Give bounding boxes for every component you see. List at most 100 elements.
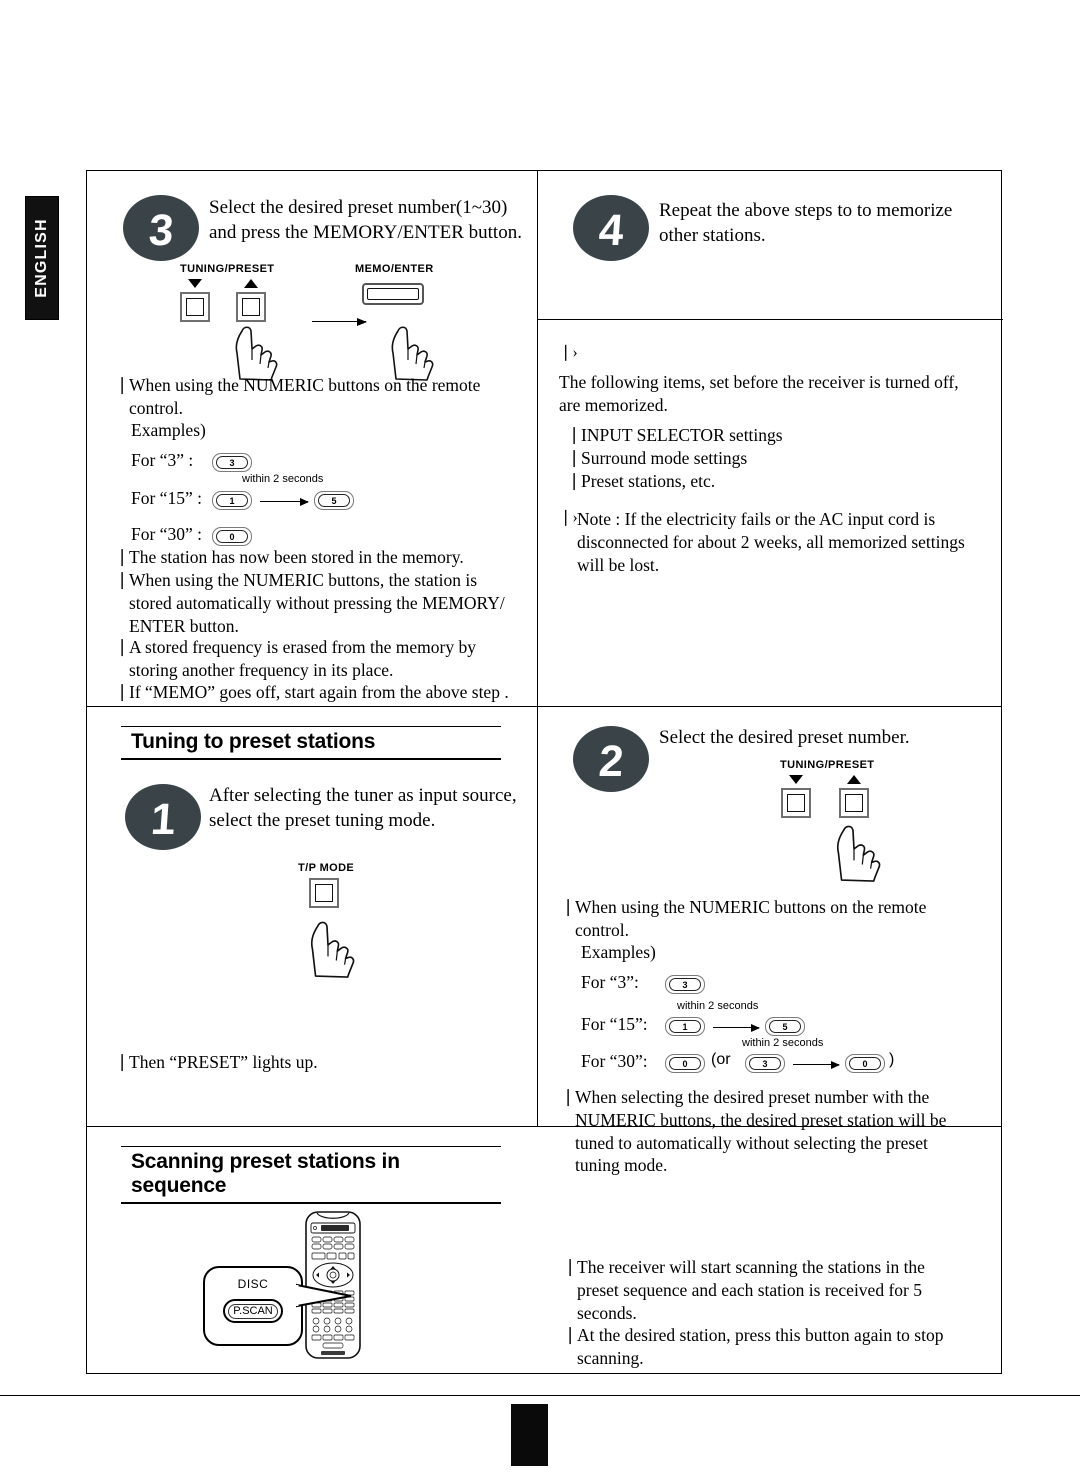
list-item: ❘ INPUT SELECTOR settings xyxy=(567,424,967,447)
step2-numeric-key-3[interactable]: 3 xyxy=(665,975,705,994)
callout-title: DISC xyxy=(237,1277,269,1291)
memo-note-cell: ❘› The following items, set before the r… xyxy=(537,319,1003,706)
manual-page: ENGLISH 3 Select the desired preset numb… xyxy=(0,0,1080,1479)
bullet-marker: ❘ xyxy=(567,448,582,467)
numeric-key-3[interactable]: 3 xyxy=(212,453,252,472)
memo-enter-button[interactable] xyxy=(362,283,424,305)
step2-tuning-up-button[interactable] xyxy=(839,788,869,818)
hand-pointer-icon-2 xyxy=(391,326,434,381)
list-item: ❘ A stored frequency is erased from the … xyxy=(115,636,527,682)
list-item: ❘ The receiver will start scanning the s… xyxy=(563,1256,983,1324)
step2-example-30-arrow-icon xyxy=(793,1061,840,1069)
step3-examples-label: Examples) xyxy=(131,420,206,440)
memo-note-warning-text: Note : If the electricity fails or the A… xyxy=(577,509,965,575)
step2-numeric-key-5-digit: 5 xyxy=(769,1020,801,1033)
step2-examples-label: Examples) xyxy=(581,942,656,962)
memo-enter-label: MEMO/ENTER xyxy=(355,263,434,275)
step4-badge: 4 xyxy=(573,195,649,261)
step2-example-30-label: For “30”: xyxy=(581,1051,648,1071)
tuning-preset-section-cell: Tuning to preset stations 1 After select… xyxy=(87,706,537,1126)
step1-instruction: After selecting the tuner as input sourc… xyxy=(209,785,517,831)
step3-number: 3 xyxy=(147,206,175,255)
hand-pointer-icon-4 xyxy=(836,825,881,882)
bullet-marker: ❘ xyxy=(115,682,130,701)
bullet-marker: ❘ xyxy=(561,897,576,916)
step4-instruction: Repeat the above steps to to memorize ot… xyxy=(659,200,953,246)
step2-example-30-note: within 2 seconds xyxy=(742,1037,824,1049)
step3-badge: 3 xyxy=(123,195,199,261)
step3-cell: 3 Select the desired preset number(1~30)… xyxy=(87,171,537,706)
step2-numeric-key-1[interactable]: 1 xyxy=(665,1017,705,1036)
example-15-note: within 2 seconds xyxy=(242,473,324,485)
example-15-label: For “15” : xyxy=(131,488,202,508)
numeric-key-1[interactable]: 1 xyxy=(212,491,252,510)
step2-numeric-key-3-digit: 3 xyxy=(669,978,701,991)
step4-number: 4 xyxy=(597,206,625,255)
language-tab: ENGLISH xyxy=(25,196,59,320)
step2-bullet-1: When using the NUMERIC buttons on the re… xyxy=(575,897,927,940)
list-item: ❘ Then “PRESET” lights up. xyxy=(115,1051,515,1074)
list-item: ❘ When using the NUMERIC buttons on the … xyxy=(561,896,981,942)
memo-note-item-2: Surround mode settings xyxy=(581,448,748,468)
numeric-key-0[interactable]: 0 xyxy=(212,527,252,546)
step3-bullet-4: A stored frequency is erased from the me… xyxy=(129,637,476,680)
tp-mode-button[interactable] xyxy=(309,878,339,908)
hand-pointer-icon-3 xyxy=(310,921,355,978)
scanning-section-cell: Scanning preset stations in sequence DIS… xyxy=(87,1126,1003,1375)
step3-bullet-5: If “MEMO” goes off, start again from the… xyxy=(129,682,509,702)
step2-tuning-up-arrow-icon xyxy=(847,775,861,784)
tuning-up-arrow-icon xyxy=(244,279,258,288)
example-15-arrow-icon xyxy=(260,498,309,506)
step1-number: 1 xyxy=(149,795,177,844)
numeric-key-1-digit: 1 xyxy=(216,494,248,507)
list-item: ❘ When using the NUMERIC buttons, the st… xyxy=(115,569,527,637)
bullet-marker: ❘ xyxy=(567,471,582,490)
step2-numeric-key-3-alt[interactable]: 3 xyxy=(745,1054,785,1073)
pscan-button[interactable]: P.SCAN xyxy=(223,1299,283,1323)
bullet-marker: ❘ xyxy=(567,425,582,444)
step3-bullet-1: When using the NUMERIC buttons on the re… xyxy=(129,375,481,418)
numeric-key-3-digit: 3 xyxy=(216,456,248,469)
step2-example-15-arrow-icon xyxy=(713,1024,760,1032)
bullet-marker: ❘ xyxy=(563,1257,578,1276)
memo-note-warning: ❘› Note : If the electricity fails or th… xyxy=(559,508,979,576)
scanning-bullet-2: At the desired station, press this butto… xyxy=(577,1325,944,1368)
language-tab-label: ENGLISH xyxy=(33,218,50,298)
pscan-button-label: P.SCAN xyxy=(228,1303,278,1319)
step2-number: 2 xyxy=(597,737,625,786)
pscan-callout: DISC P.SCAN xyxy=(203,1266,303,1346)
step2-badge: 2 xyxy=(573,726,649,792)
step2-numeric-key-0[interactable]: 0 xyxy=(665,1054,705,1073)
scanning-heading: Scanning preset stations in sequence xyxy=(121,1146,501,1204)
step2-example-15-label: For “15”: xyxy=(581,1014,648,1034)
step2-numeric-key-0-alt[interactable]: 0 xyxy=(845,1054,885,1073)
list-item: ❘ When using the NUMERIC buttons on the … xyxy=(115,374,515,420)
bullet-marker: ❘ xyxy=(115,570,130,589)
memo-note-item-3: Preset stations, etc. xyxy=(581,471,716,491)
list-item: ❘ Preset stations, etc. xyxy=(567,470,967,493)
step2-numeric-key-0-digit: 0 xyxy=(669,1057,701,1070)
example-3-label: For “3” : xyxy=(131,450,194,470)
step2-example-15-note: within 2 seconds xyxy=(677,1000,759,1012)
list-item: ❘ If “MEMO” goes off, start again from t… xyxy=(115,681,529,704)
numeric-key-0-digit: 0 xyxy=(216,530,248,543)
step2-numeric-key-1-digit: 1 xyxy=(669,1020,701,1033)
step2-example-30-alt-suffix: ) xyxy=(889,1051,895,1068)
content-frame: 3 Select the desired preset number(1~30)… xyxy=(86,170,1003,1375)
scanning-heading-text: Scanning preset stations in sequence xyxy=(131,1150,400,1197)
tuning-down-button[interactable] xyxy=(180,292,210,322)
step2-tuning-down-arrow-icon xyxy=(789,775,803,784)
numeric-key-5[interactable]: 5 xyxy=(314,491,354,510)
step3-bullet-3: When using the NUMERIC buttons, the stat… xyxy=(129,570,505,636)
footer-rule xyxy=(0,1395,1080,1396)
step2-tuning-down-button[interactable] xyxy=(781,788,811,818)
step2-cell: 2 Select the desired preset number. TUNI… xyxy=(537,706,1003,1175)
step2-numeric-key-5[interactable]: 5 xyxy=(765,1017,805,1036)
tuning-up-button[interactable] xyxy=(236,292,266,322)
tuning-preset-heading-text: Tuning to preset stations xyxy=(131,730,376,753)
bullet-marker: ❘ xyxy=(563,1325,578,1344)
bullet-marker: ❘ xyxy=(115,1052,130,1071)
step2-example-30-alt-prefix: (or xyxy=(711,1051,731,1068)
list-item: ❘ The station has now been stored in the… xyxy=(115,546,525,569)
callout-pointer-icon xyxy=(295,1283,352,1308)
